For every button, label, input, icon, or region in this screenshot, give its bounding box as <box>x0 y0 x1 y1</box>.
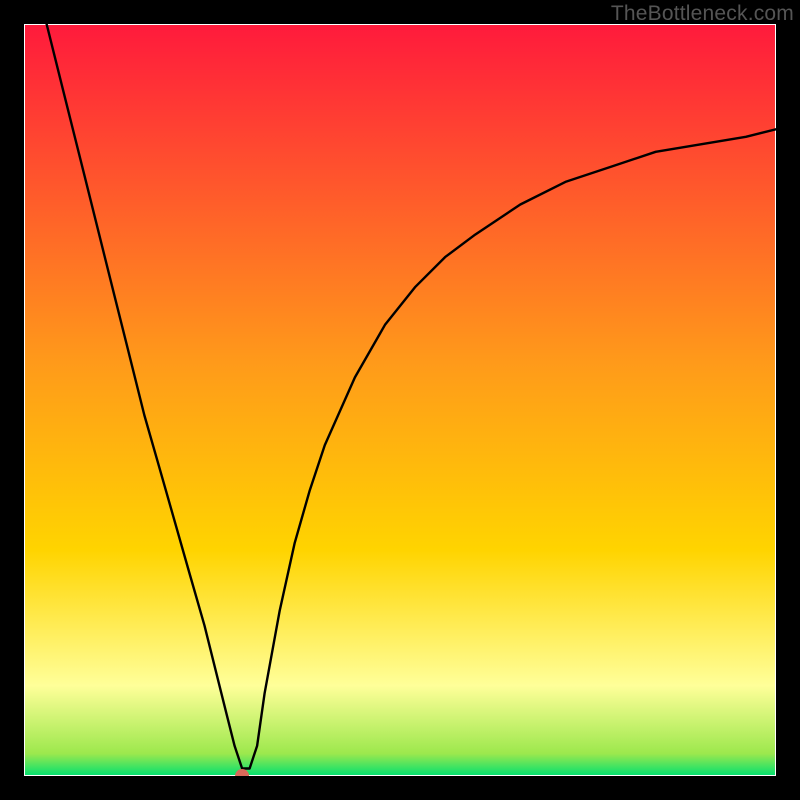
chart-frame <box>24 24 776 776</box>
gradient-background <box>24 24 776 776</box>
watermark-text: TheBottleneck.com <box>611 2 794 26</box>
bottleneck-chart <box>24 24 776 776</box>
